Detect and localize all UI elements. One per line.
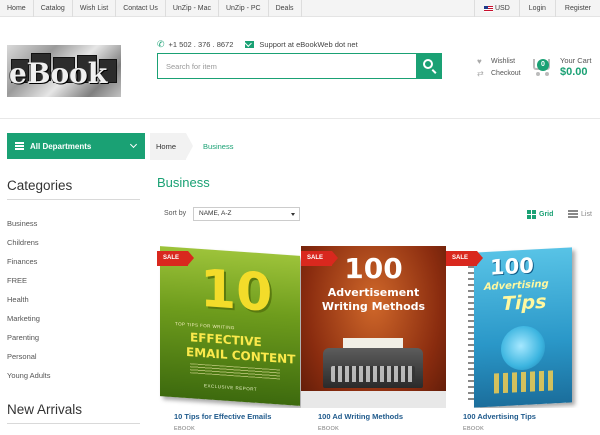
search-icon (423, 59, 433, 69)
product-card[interactable]: SALE 100 Advertisement Writing Methods 1… (301, 246, 446, 435)
spiral-binding (468, 254, 474, 404)
phone-number: +1 502 . 376 . 8672 (168, 39, 234, 49)
cart-label[interactable]: Your Cart (560, 56, 591, 65)
search-button[interactable] (416, 53, 442, 79)
sale-badge: SALE (301, 251, 338, 266)
currency-label: USD (495, 5, 510, 12)
top-link-deals[interactable]: Deals (269, 0, 302, 17)
cover-footer: EXCLUSIVE REPORT (204, 383, 258, 392)
checkout-link[interactable]: ⇄ Checkout (477, 68, 521, 78)
cart-count-badge: 0 (537, 59, 549, 71)
top-link-home[interactable]: Home (0, 0, 34, 17)
sort-select[interactable]: NAME, A-Z (193, 207, 300, 221)
cart-total[interactable]: $0.00 (560, 66, 588, 78)
product-category: EBOOK (463, 426, 485, 432)
page-title: Business (157, 175, 210, 190)
product-image[interactable]: SALE 10 TOP TIPS FOR WRITING EFFECTIVE E… (157, 246, 302, 408)
wishlist-label: Wishlist (491, 57, 516, 65)
cover-blurb (190, 363, 280, 380)
view-list-toggle[interactable]: List (568, 210, 592, 218)
flag-icon (484, 5, 493, 12)
menu-icon (15, 141, 24, 152)
top-link-wish-list[interactable]: Wish List (73, 0, 117, 17)
checkout-label: Checkout (491, 69, 521, 77)
currency-selector[interactable]: USD (474, 0, 519, 17)
grid-icon (527, 210, 536, 219)
breadcrumb-home[interactable]: Home (150, 133, 194, 160)
sort-value: NAME, A-Z (199, 210, 232, 217)
category-personal[interactable]: Personal (7, 347, 51, 366)
category-free[interactable]: FREE (7, 271, 51, 290)
top-right: USD Login Register (474, 0, 600, 17)
product-category: EBOOK (174, 426, 196, 432)
search-bar (157, 53, 442, 79)
product-category: EBOOK (318, 426, 340, 432)
mail-icon (245, 40, 255, 48)
breadcrumb: Home Business (150, 133, 233, 160)
top-link-catalog[interactable]: Catalog (34, 0, 73, 17)
cover-line-2: Writing Methods (321, 300, 426, 313)
product-image[interactable]: SALE 100 Advertisement Writing Methods (301, 246, 446, 408)
chevron-down-icon (291, 213, 295, 216)
search-input[interactable] (157, 53, 416, 79)
cover-number: 10 (200, 258, 273, 324)
header-divider (0, 118, 600, 119)
cover-number: 100 (490, 253, 534, 280)
cover-line-1: Advertisement (327, 286, 420, 299)
category-marketing[interactable]: Marketing (7, 309, 51, 328)
cover-bars (494, 370, 554, 394)
contact-info: ✆ +1 502 . 376 . 8672 Support at eBookWe… (157, 38, 358, 50)
all-departments-label: All Departments (30, 141, 92, 151)
cover-line-2: Tips (502, 290, 547, 316)
shuffle-icon: ⇄ (477, 68, 484, 78)
logo-text: eBook (9, 57, 108, 90)
product-title[interactable]: 10 Tips for Effective Emails (174, 412, 271, 421)
sort-label: Sort by (164, 210, 187, 217)
view-list-label: List (581, 210, 592, 218)
categories-divider (7, 199, 140, 200)
register-link[interactable]: Register (554, 0, 600, 17)
typewriter-keys (331, 366, 415, 382)
new-arrivals-title: New Arrivals (7, 402, 83, 417)
new-arrivals-divider (7, 423, 140, 424)
product-title[interactable]: 100 Advertising Tips (463, 412, 536, 421)
top-bar: Home Catalog Wish List Contact Us UnZip … (0, 0, 600, 17)
view-grid-toggle[interactable]: Grid (527, 210, 553, 219)
book-cover: 100 Advertising Tips (474, 247, 572, 408)
phone-icon: ✆ (157, 38, 165, 49)
category-list: Business Childrens Finances FREE Health … (7, 214, 51, 385)
list-icon (568, 210, 578, 218)
category-childrens[interactable]: Childrens (7, 233, 51, 252)
category-parenting[interactable]: Parenting (7, 328, 51, 347)
cover-tagline: TOP TIPS FOR WRITING (175, 321, 235, 331)
top-link-contact-us[interactable]: Contact Us (116, 0, 166, 17)
category-finances[interactable]: Finances (7, 252, 51, 271)
sale-badge: SALE (157, 251, 194, 266)
breadcrumb-current: Business (203, 142, 234, 151)
chevron-down-icon (129, 140, 138, 149)
product-image[interactable]: SALE 100 Advertising Tips (446, 246, 591, 408)
top-link-unzip-pc[interactable]: UnZip - PC (219, 0, 269, 17)
product-title[interactable]: 100 Ad Writing Methods (318, 412, 403, 421)
support-text: Support at eBookWeb dot net (259, 39, 358, 49)
cover-illustration (501, 324, 545, 372)
category-health[interactable]: Health (7, 290, 51, 309)
site-logo[interactable]: eBook (7, 45, 121, 97)
cover-base (301, 391, 446, 408)
cart-icon[interactable]: 0 (531, 56, 553, 76)
sale-badge: SALE (446, 251, 483, 266)
login-link[interactable]: Login (518, 0, 555, 17)
view-grid-label: Grid (539, 211, 554, 218)
category-business[interactable]: Business (7, 214, 51, 233)
book-cover: 10 TOP TIPS FOR WRITING EFFECTIVE EMAIL … (160, 246, 300, 406)
wishlist-link[interactable]: ♥ Wishlist (477, 56, 515, 66)
categories-title: Categories (7, 178, 73, 193)
top-nav: Home Catalog Wish List Contact Us UnZip … (0, 0, 302, 17)
top-link-unzip-mac[interactable]: UnZip - Mac (166, 0, 219, 17)
heart-icon: ♥ (477, 56, 482, 66)
all-departments-button[interactable]: All Departments (7, 133, 145, 159)
category-young-adults[interactable]: Young Adults (7, 366, 51, 385)
product-card[interactable]: SALE 100 Advertising Tips 100 Advertisin… (446, 246, 591, 435)
product-card[interactable]: SALE 10 TOP TIPS FOR WRITING EFFECTIVE E… (157, 246, 302, 435)
